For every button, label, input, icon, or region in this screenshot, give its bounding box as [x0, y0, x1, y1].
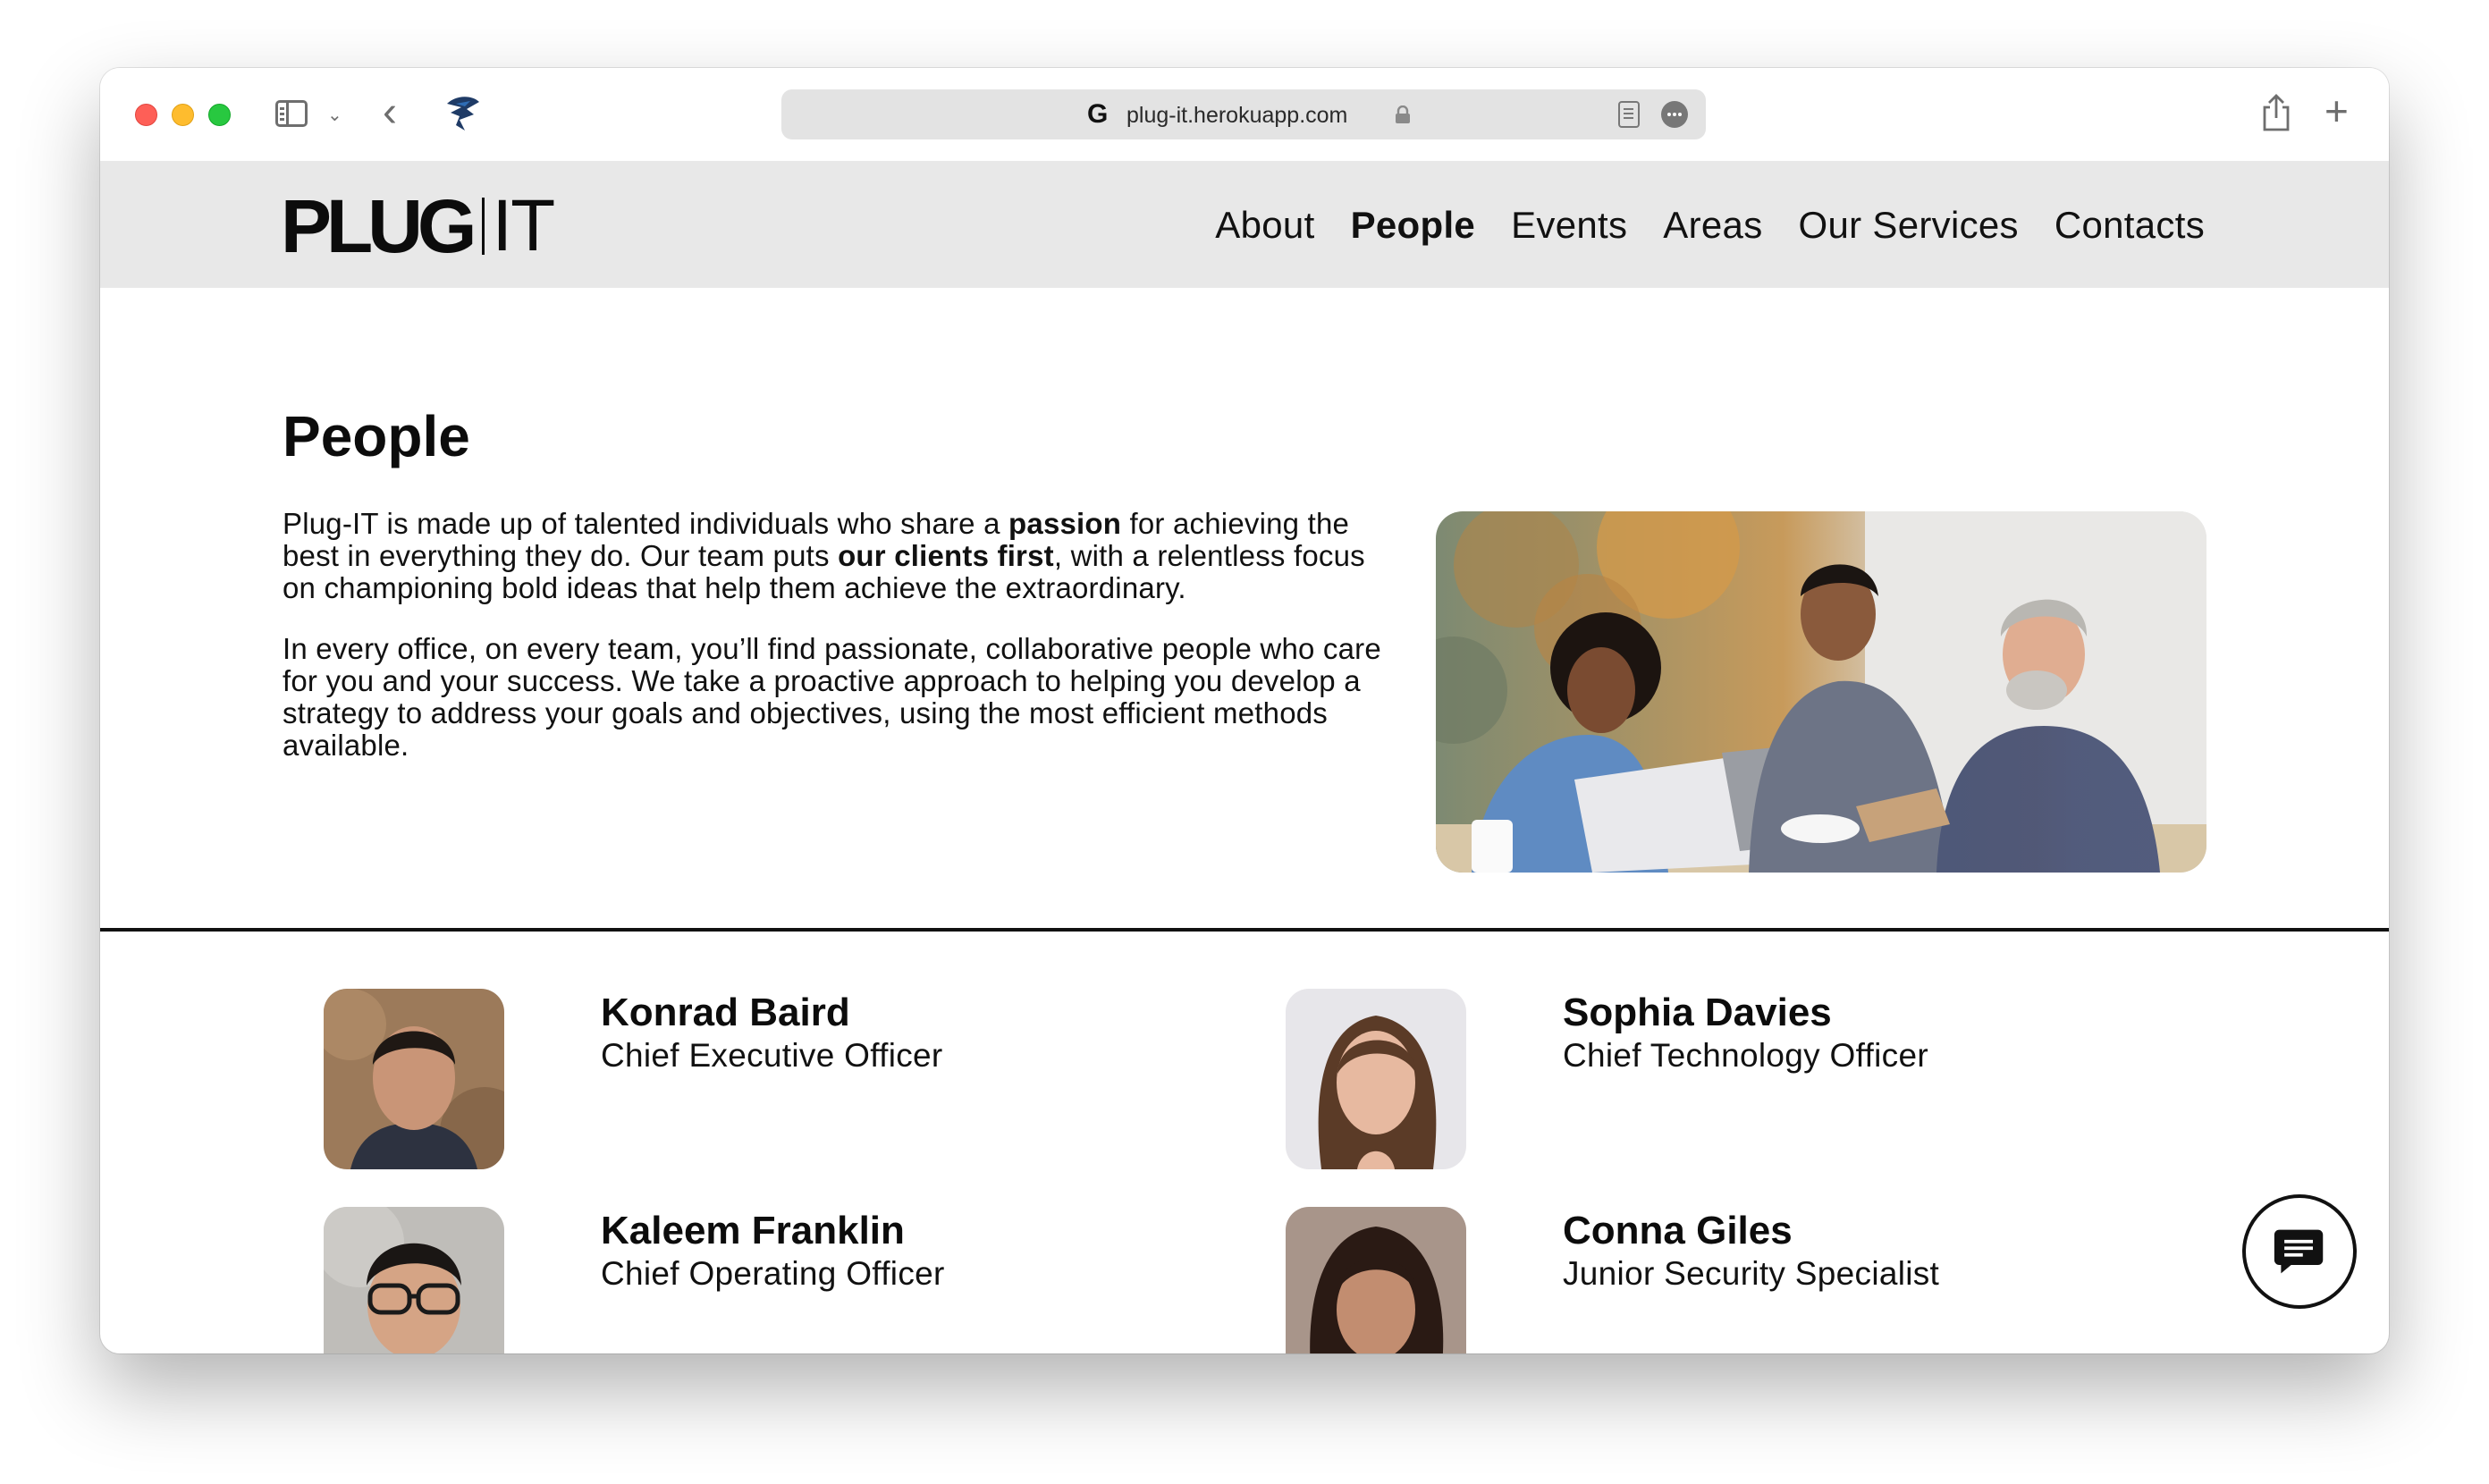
nav-areas[interactable]: Areas	[1663, 202, 1762, 249]
google-icon: G	[1087, 99, 1109, 129]
intro-text: Plug-IT is made up of talented individua…	[283, 508, 1382, 762]
avatar	[324, 989, 504, 1169]
site-header: PLUG IT About People Events Areas Our Se…	[100, 161, 2389, 288]
browser-window: ⌄ ‹ G plug-it.herokuapp.com + PLUG IT Ab…	[100, 68, 2389, 1353]
section-divider	[100, 928, 2389, 932]
url-text[interactable]: plug-it.herokuapp.com	[1126, 102, 1347, 129]
reader-mode-icon[interactable]	[1618, 101, 1640, 128]
sidebar-toggle-icon[interactable]	[275, 100, 308, 127]
close-window-button[interactable]	[135, 104, 157, 126]
avatar	[1286, 1207, 1466, 1353]
person-role: Chief Operating Officer	[601, 1255, 945, 1292]
person-role: Chief Executive Officer	[601, 1037, 943, 1074]
person-name: Konrad Baird	[601, 991, 850, 1034]
logo-main-text: PLUG	[280, 184, 477, 268]
chevron-down-icon[interactable]: ⌄	[327, 104, 342, 126]
new-tab-plus-icon[interactable]: +	[2324, 84, 2349, 138]
chat-button[interactable]	[2242, 1194, 2357, 1309]
person-name: Sophia Davies	[1563, 991, 1832, 1034]
lock-icon	[1396, 105, 1410, 123]
page-title: People	[283, 404, 470, 468]
intro-p1-text-a: Plug-IT is made up of talented individua…	[283, 507, 1009, 540]
address-bar[interactable]: G plug-it.herokuapp.com	[781, 89, 1706, 139]
intro-paragraph-1: Plug-IT is made up of talented individua…	[283, 508, 1382, 604]
avatar	[1286, 989, 1466, 1169]
minimize-window-button[interactable]	[172, 104, 194, 126]
intro-paragraph-2: In every office, on every team, you’ll f…	[283, 632, 1381, 762]
zoom-window-button[interactable]	[208, 104, 231, 126]
back-arrow-icon[interactable]: ‹	[383, 88, 397, 138]
more-options-icon[interactable]	[1661, 101, 1688, 128]
team-photo	[1436, 511, 2206, 873]
nav-our-services[interactable]: Our Services	[1799, 202, 2019, 249]
person-name: Kaleem Franklin	[601, 1209, 905, 1252]
browser-toolbar: ⌄ ‹ G plug-it.herokuapp.com +	[100, 68, 2389, 161]
intro-p1-bold-clients: our clients first	[838, 539, 1054, 572]
logo-separator	[482, 198, 485, 255]
intro-p1-bold-passion: passion	[1008, 507, 1122, 540]
person-role: Chief Technology Officer	[1563, 1037, 1928, 1074]
plug-it-logo[interactable]: PLUG IT	[280, 184, 555, 268]
main-nav: About People Events Areas Our Services C…	[1215, 202, 2205, 249]
chat-icon	[2274, 1229, 2324, 1274]
share-icon[interactable]	[2260, 93, 2292, 132]
avatar	[324, 1207, 504, 1353]
nav-events[interactable]: Events	[1511, 202, 1627, 249]
logo-suffix-text: IT	[492, 185, 555, 266]
person-name: Conna Giles	[1563, 1209, 1793, 1252]
site-favicon-icon	[447, 97, 479, 131]
nav-about[interactable]: About	[1215, 202, 1314, 249]
nav-contacts[interactable]: Contacts	[2054, 202, 2205, 249]
nav-people[interactable]: People	[1351, 202, 1476, 249]
person-role: Junior Security Specialist	[1563, 1255, 1940, 1292]
